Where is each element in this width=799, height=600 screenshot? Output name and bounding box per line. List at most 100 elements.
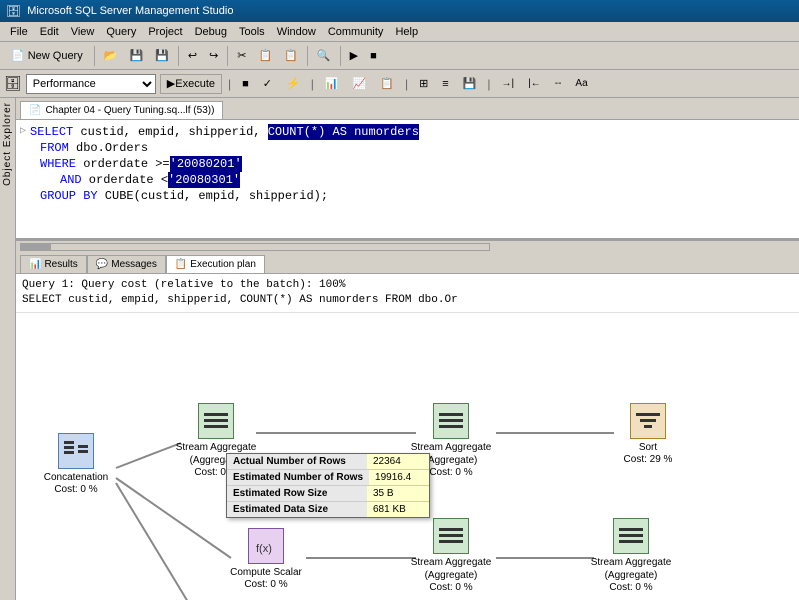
undo-icon: ↩ <box>188 49 197 62</box>
sql-line-3: WHERE orderdate >= '20080201' <box>20 156 795 172</box>
debug-button[interactable]: ▶ <box>345 45 363 67</box>
menu-query[interactable]: Query <box>100 25 142 39</box>
object-explorer-label[interactable]: Object Explorer <box>2 102 13 186</box>
results-tab-messages[interactable]: 💬 Messages <box>87 255 166 273</box>
new-query-button[interactable]: 📄 New Query <box>4 45 90 67</box>
stream-aggregate-4-icon <box>613 518 649 554</box>
toolbar-separator-8: | <box>403 77 410 91</box>
stream-aggregate-4-node[interactable]: Stream Aggregate(Aggregate) Cost: 0 % <box>581 518 681 593</box>
menu-view[interactable]: View <box>65 25 101 39</box>
plan-diagram: Concatenation Cost: 0 % Stream Aggregate… <box>16 313 796 600</box>
execute-icon: ▶ <box>167 77 175 90</box>
concatenation-icon <box>58 433 94 469</box>
save-icon: 💾 <box>129 49 143 62</box>
sql-line-5: GROUP BY CUBE(custid, empid, shipperid); <box>20 188 795 204</box>
save-all-button[interactable]: 💾 <box>150 45 174 67</box>
stream-aggregate-4-label: Stream Aggregate(Aggregate) <box>591 556 672 582</box>
menu-help[interactable]: Help <box>389 25 424 39</box>
menu-edit[interactable]: Edit <box>34 25 65 39</box>
query-tab-active[interactable]: 📄 Chapter 04 - Query Tuning.sq...lf (53)… <box>20 101 223 119</box>
menu-tools[interactable]: Tools <box>233 25 271 39</box>
menu-community[interactable]: Community <box>322 25 390 39</box>
new-query-label: New Query <box>28 50 83 62</box>
count-highlight: COUNT(*) AS numorders <box>268 124 419 140</box>
concatenation-label: Concatenation <box>44 471 109 484</box>
decrease-indent-button[interactable]: |← <box>523 73 546 95</box>
redo-button[interactable]: ↪ <box>204 45 223 67</box>
paste-button[interactable]: 📋 <box>279 45 303 67</box>
execution-plan-view[interactable]: Query 1: Query cost (relative to the bat… <box>16 274 799 600</box>
copy-button[interactable]: 📋 <box>254 45 278 67</box>
show-estimated-button[interactable]: 📊 <box>320 73 344 95</box>
stop-icon: ■ <box>370 50 377 62</box>
editor-scrollbar[interactable] <box>16 240 799 252</box>
copy-icon: 📋 <box>259 49 273 62</box>
sql-editor[interactable]: ▷ SELECT custid, empid, shipperid, COUNT… <box>16 120 799 240</box>
results-tab-results[interactable]: 📊 Results <box>20 255 87 273</box>
comment-button[interactable]: -- <box>550 73 567 95</box>
tooltip-box: Actual Number of Rows 22364 Estimated Nu… <box>226 453 430 518</box>
stream-aggregate-3-label: Stream Aggregate(Aggregate) <box>411 556 492 582</box>
concatenation-cost: Cost: 0 % <box>54 484 97 495</box>
aa-button[interactable]: Aa <box>570 73 592 95</box>
find-icon: 🔍 <box>317 49 331 62</box>
tooltip-val-1: 22364 <box>367 454 427 469</box>
query-info-line1: Query 1: Query cost (relative to the bat… <box>22 278 793 293</box>
sort-node[interactable]: Sort Cost: 29 % <box>598 403 698 465</box>
open-file-button[interactable]: 📂 <box>99 45 123 67</box>
parse-button[interactable]: ⚡ <box>281 73 305 95</box>
check-button[interactable]: ✓ <box>258 73 277 95</box>
menu-debug[interactable]: Debug <box>189 25 233 39</box>
tooltip-row-2: Estimated Number of Rows 19916.4 <box>227 470 429 486</box>
tooltip-key-2: Estimated Number of Rows <box>227 470 369 485</box>
menu-file[interactable]: File <box>4 25 34 39</box>
toolbar-separator-3 <box>227 46 228 66</box>
compute-scalar-1-cost: Cost: 0 % <box>244 579 287 590</box>
database-selector[interactable]: Performance <box>26 74 156 94</box>
stream-aggregate-4-cost: Cost: 0 % <box>609 582 652 593</box>
menu-project[interactable]: Project <box>142 25 188 39</box>
cut-button[interactable]: ✂ <box>232 45 251 67</box>
results-to-file-button[interactable]: 💾 <box>458 73 482 95</box>
results-tab-execution-plan[interactable]: 📋 Execution plan <box>166 255 265 273</box>
results-tab-execution-label: Execution plan <box>190 259 256 270</box>
results-tab-bar: 📊 Results 💬 Messages 📋 Execution plan <box>16 252 799 274</box>
stream-aggregate-3-node[interactable]: Stream Aggregate(Aggregate) Cost: 0 % <box>401 518 501 593</box>
toolbar-separator-7: | <box>309 77 316 91</box>
results-to-text-button[interactable]: ≡ <box>437 73 453 95</box>
grid-icon: ⊞ <box>419 77 428 90</box>
toolbar-separator-6: | <box>226 77 233 91</box>
include-actual-button[interactable]: 📋 <box>375 73 399 95</box>
increase-indent-button[interactable]: →| <box>497 73 520 95</box>
undo-button[interactable]: ↩ <box>183 45 202 67</box>
menu-window[interactable]: Window <box>271 25 322 39</box>
find-button[interactable]: 🔍 <box>312 45 336 67</box>
compute-scalar-1-node[interactable]: f(x) Compute Scalar Cost: 0 % <box>216 528 316 590</box>
results-tab-results-label: Results <box>44 259 77 270</box>
stream-aggregate-2-cost: Cost: 0 % <box>429 467 472 478</box>
results-panel: 📊 Results 💬 Messages 📋 Execution plan Qu… <box>16 252 799 600</box>
tooltip-row-4: Estimated Data Size 681 KB <box>227 502 429 517</box>
sql-line-4: AND orderdate < '20080301' <box>20 172 795 188</box>
toolbar-separator-2 <box>178 46 179 66</box>
concatenation-node[interactable]: Concatenation Cost: 0 % <box>31 433 121 495</box>
redo-icon: ↪ <box>209 49 218 62</box>
show-actual-button[interactable]: 📈 <box>348 73 372 95</box>
tooltip-key-4: Estimated Data Size <box>227 502 367 517</box>
open-file-icon: 📂 <box>104 49 118 62</box>
save-button[interactable]: 💾 <box>124 45 148 67</box>
execute-button[interactable]: ▶ Execute <box>160 74 222 94</box>
results-to-grid-button[interactable]: ⊞ <box>414 73 433 95</box>
stop-button[interactable]: ■ <box>365 45 382 67</box>
paste-icon: 📋 <box>284 49 298 62</box>
tooltip-val-2: 19916.4 <box>369 470 429 485</box>
comment-icon: -- <box>555 78 562 89</box>
tooltip-row-3: Estimated Row Size 35 B <box>227 486 429 502</box>
execute-label: Execute <box>175 78 215 90</box>
outdent-icon: |← <box>528 78 541 89</box>
stream-aggregate-3-cost: Cost: 0 % <box>429 582 472 593</box>
aa-icon: Aa <box>575 78 587 89</box>
tooltip-key-1: Actual Number of Rows <box>227 454 367 469</box>
query-info: Query 1: Query cost (relative to the bat… <box>16 274 799 313</box>
stop-query-button[interactable]: ■ <box>237 73 254 95</box>
